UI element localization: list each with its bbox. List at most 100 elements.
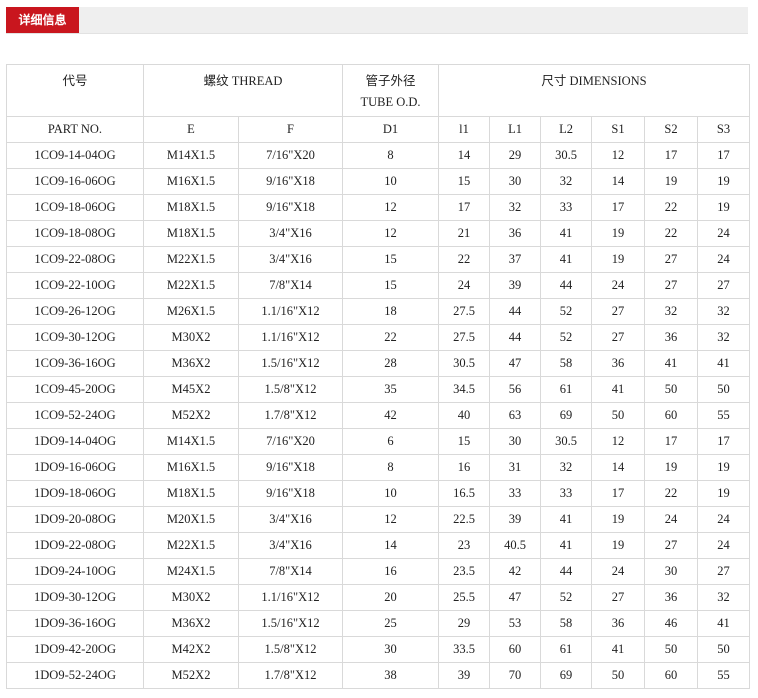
table-cell: 30.5 [540,142,593,169]
table-cell: 53 [489,610,542,637]
table-cell: 58 [540,350,593,377]
table-row: 1CO9-16-06OG M16X1.5 9/16"X18 10 15 30 32 14 19 1… [6,168,751,195]
header-tube-cn: 管子外径 [365,74,416,88]
part-number-cell: 1DO9-14-04OG [6,428,144,455]
table-cell: 40.5 [489,532,542,559]
table-cell: 34.5 [438,376,491,403]
table-cell: 19 [591,532,646,559]
table-cell: 21 [438,220,491,247]
header-tube-en: TUBE O.D. [360,95,421,109]
table-cell: 15 [342,246,440,273]
detail-tab-bar: 详细信息 [6,7,748,34]
table-cell: 22 [438,246,491,273]
part-number-cell: 1DO9-22-08OG [6,532,144,559]
table-cell: 14 [591,168,646,195]
table-cell: 32 [489,194,542,221]
table-cell: M16X1.5 [143,168,239,195]
table-cell: M14X1.5 [143,142,239,169]
table-cell: 27.5 [438,298,491,325]
part-number-cell: 1CO9-45-20OG [6,376,144,403]
table-cell: 15 [438,428,491,455]
column-header: D1 [342,116,440,143]
table-cell: 52 [540,298,593,325]
part-number-cell: 1DO9-30-12OG [6,584,144,611]
table-cell: 33 [540,194,593,221]
part-number-cell: 1DO9-20-08OG [6,506,144,533]
table-cell: 9/16"X18 [237,168,344,195]
table-cell: 19 [591,246,646,273]
table-cell: 16 [438,454,491,481]
part-number-cell: 1CO9-30-12OG [6,324,144,351]
table-row: 1CO9-36-16OG M36X2 1.5/16"X12 28 30.5 47 58 36 4… [6,350,751,377]
table-row: 1CO9-22-08OG M22X1.5 3/4"X16 15 22 37 41 19 27 24 [6,246,751,273]
table-cell: 1.5/8"X12 [237,636,344,663]
table-cell: 41 [697,610,751,637]
table-cell: M36X2 [143,610,239,637]
table-cell: 70 [489,662,542,689]
table-cell: 36 [489,220,542,247]
table-cell: 32 [697,324,751,351]
table-cell: 27 [644,532,699,559]
table-cell: 30.5 [540,428,593,455]
table-cell: 24 [591,558,646,585]
table-cell: 17 [697,142,751,169]
table-row: 1DO9-30-12OG M30X2 1.1/16"X12 20 25.5 47 52 27 3… [6,584,751,611]
table-row: 1CO9-18-08OG M18X1.5 3/4"X16 12 21 36 41 19 22 24 [6,220,751,247]
specification-table: 代号 螺纹 THREAD 管子外径 TUBE O.D. 尺寸 DIMENSIONS… [6,64,751,689]
table-cell: 14 [342,532,440,559]
table-cell: 9/16"X18 [237,454,344,481]
table-cell: 27 [697,272,751,299]
table-cell: 29 [489,142,542,169]
table-row: 1CO9-22-10OG M22X1.5 7/8"X14 15 24 39 44 24 27 27 [6,272,751,299]
table-cell: 30 [489,168,542,195]
table-cell: 19 [697,480,751,507]
table-cell: 30 [489,428,542,455]
table-cell: 42 [489,558,542,585]
table-cell: M20X1.5 [143,506,239,533]
table-cell: 17 [591,194,646,221]
table-cell: M16X1.5 [143,454,239,481]
table-cell: 41 [591,376,646,403]
table-cell: 27 [644,272,699,299]
table-cell: M18X1.5 [143,194,239,221]
table-cell: 8 [342,142,440,169]
table-cell: 22 [342,324,440,351]
table-cell: 41 [540,246,593,273]
part-number-cell: 1CO9-16-06OG [6,168,144,195]
table-cell: 1.1/16"X12 [237,324,344,351]
table-cell: 50 [644,636,699,663]
table-cell: 16 [342,558,440,585]
table-cell: 27 [591,298,646,325]
table-cell: 24 [697,506,751,533]
table-cell: 41 [644,350,699,377]
table-cell: 3/4"X16 [237,532,344,559]
table-cell: 28 [342,350,440,377]
table-cell: 50 [591,662,646,689]
table-cell: 47 [489,350,542,377]
table-cell: 52 [540,324,593,351]
table-cell: 22 [644,480,699,507]
table-cell: 36 [591,610,646,637]
column-header: S1 [591,116,646,143]
table-cell: 8 [342,454,440,481]
table-cell: 1.7/8"X12 [237,402,344,429]
part-number-cell: 1DO9-18-06OG [6,480,144,507]
tab-details[interactable]: 详细信息 [6,7,79,33]
table-cell: 19 [697,194,751,221]
table-cell: 33.5 [438,636,491,663]
part-number-cell: 1DO9-52-24OG [6,662,144,689]
table-cell: 17 [591,480,646,507]
table-cell: 60 [644,402,699,429]
table-cell: 19 [697,454,751,481]
table-cell: 39 [438,662,491,689]
table-cell: 69 [540,402,593,429]
table-cell: 35 [342,376,440,403]
table-cell: 15 [438,168,491,195]
table-cell: 41 [540,220,593,247]
table-row: 1DO9-14-04OG M14X1.5 7/16"X20 6 15 30 30.5 12 17… [6,428,751,455]
table-cell: 44 [540,272,593,299]
table-cell: 3/4"X16 [237,506,344,533]
table-cell: 50 [697,376,751,403]
table-cell: 22 [644,194,699,221]
table-cell: M45X2 [143,376,239,403]
